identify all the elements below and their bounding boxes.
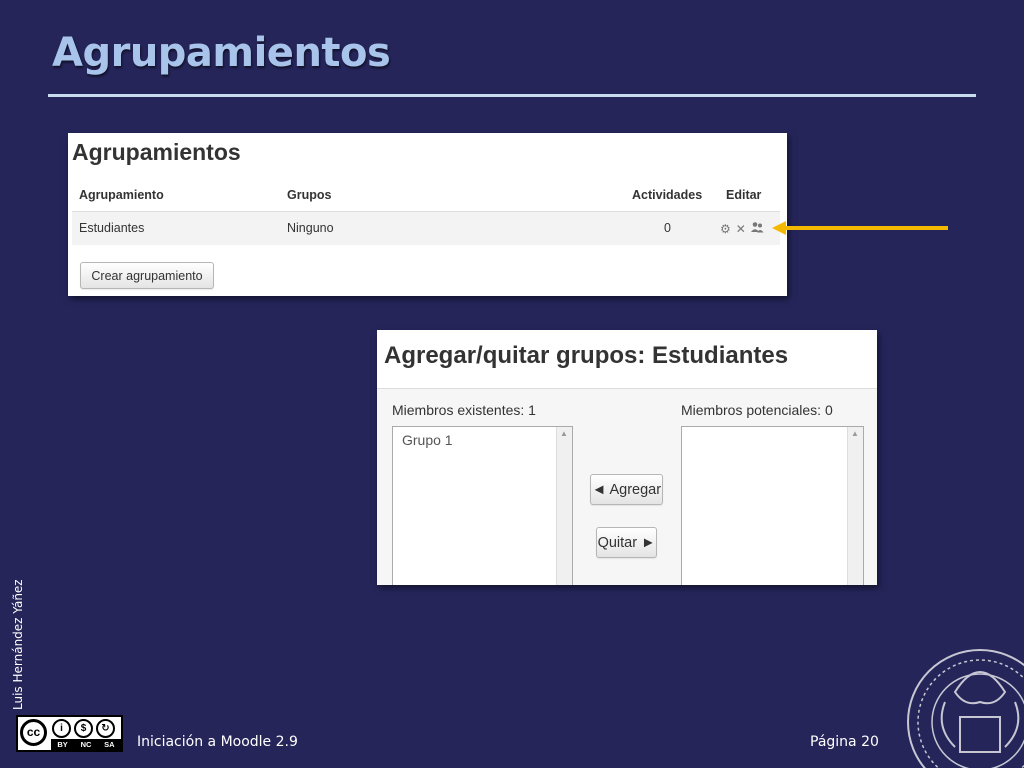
create-grouping-button[interactable]: Crear agrupamiento (80, 262, 214, 289)
author-label: Luis Hernández Yáñez (11, 579, 25, 710)
pointer-arrow-icon (772, 221, 948, 235)
remove-button[interactable]: Quitar ► (596, 527, 657, 558)
add-remove-heading: Agregar/quitar grupos: Estudiantes (384, 342, 789, 369)
scroll-up-icon[interactable]: ▲ (851, 429, 859, 438)
grouping-name-link[interactable]: Estudiantes (79, 221, 144, 235)
potential-members-list[interactable]: ▲ (681, 426, 864, 585)
scrollbar[interactable]: ▲ (847, 427, 863, 585)
list-item[interactable]: Grupo 1 (402, 432, 453, 448)
people-icon[interactable] (750, 221, 764, 236)
scroll-up-icon[interactable]: ▲ (560, 429, 568, 438)
edit-actions: ⚙ ✕ (720, 221, 764, 236)
existing-members-list[interactable]: Grupo 1 ▲ (392, 426, 573, 585)
column-header-agrupamiento: Agrupamiento (79, 188, 164, 202)
scrollbar[interactable]: ▲ (556, 427, 572, 585)
existing-members-label: Miembros existentes: 1 (392, 402, 536, 418)
license-tags: BY NC SA (51, 739, 121, 750)
delete-icon[interactable]: ✕ (736, 222, 746, 236)
university-seal-icon (907, 649, 1024, 768)
column-header-grupos: Grupos (287, 188, 332, 202)
cc-logo-icon: cc (20, 719, 47, 746)
sharealike-icon: ↻ (96, 719, 115, 738)
grouping-groups-cell: Ninguno (287, 221, 334, 235)
table-row (72, 211, 780, 245)
column-header-editar: Editar (726, 188, 762, 202)
footer-course-title: Iniciación a Moodle 2.9 (137, 734, 298, 750)
potential-members-label: Miembros potenciales: 0 (681, 402, 833, 418)
add-button[interactable]: ◄ Agregar (590, 474, 663, 505)
license-tag-by: BY (57, 740, 68, 749)
creative-commons-icon: cc i $ ↻ BY NC SA (16, 715, 123, 752)
footer-page-number: Página 20 (810, 734, 879, 750)
column-header-actividades: Actividades (632, 188, 703, 202)
add-remove-groups-panel: Agregar/quitar grupos: Estudiantes Miemb… (377, 330, 877, 585)
gear-icon[interactable]: ⚙ (720, 222, 731, 236)
noncommercial-icon: $ (74, 719, 93, 738)
attribution-icon: i (52, 719, 71, 738)
title-divider (48, 94, 976, 97)
license-tag-nc: NC (80, 740, 92, 749)
groupings-heading: Agrupamientos (72, 139, 241, 165)
groupings-panel: Agrupamientos Agrupamiento Grupos Activi… (68, 133, 787, 296)
slide-title: Agrupamientos (52, 30, 391, 76)
panel-header: Agregar/quitar grupos: Estudiantes (377, 330, 877, 389)
grouping-activities-cell: 0 (664, 221, 671, 235)
license-icons: i $ ↻ (52, 719, 115, 738)
license-tag-sa: SA (104, 740, 115, 749)
